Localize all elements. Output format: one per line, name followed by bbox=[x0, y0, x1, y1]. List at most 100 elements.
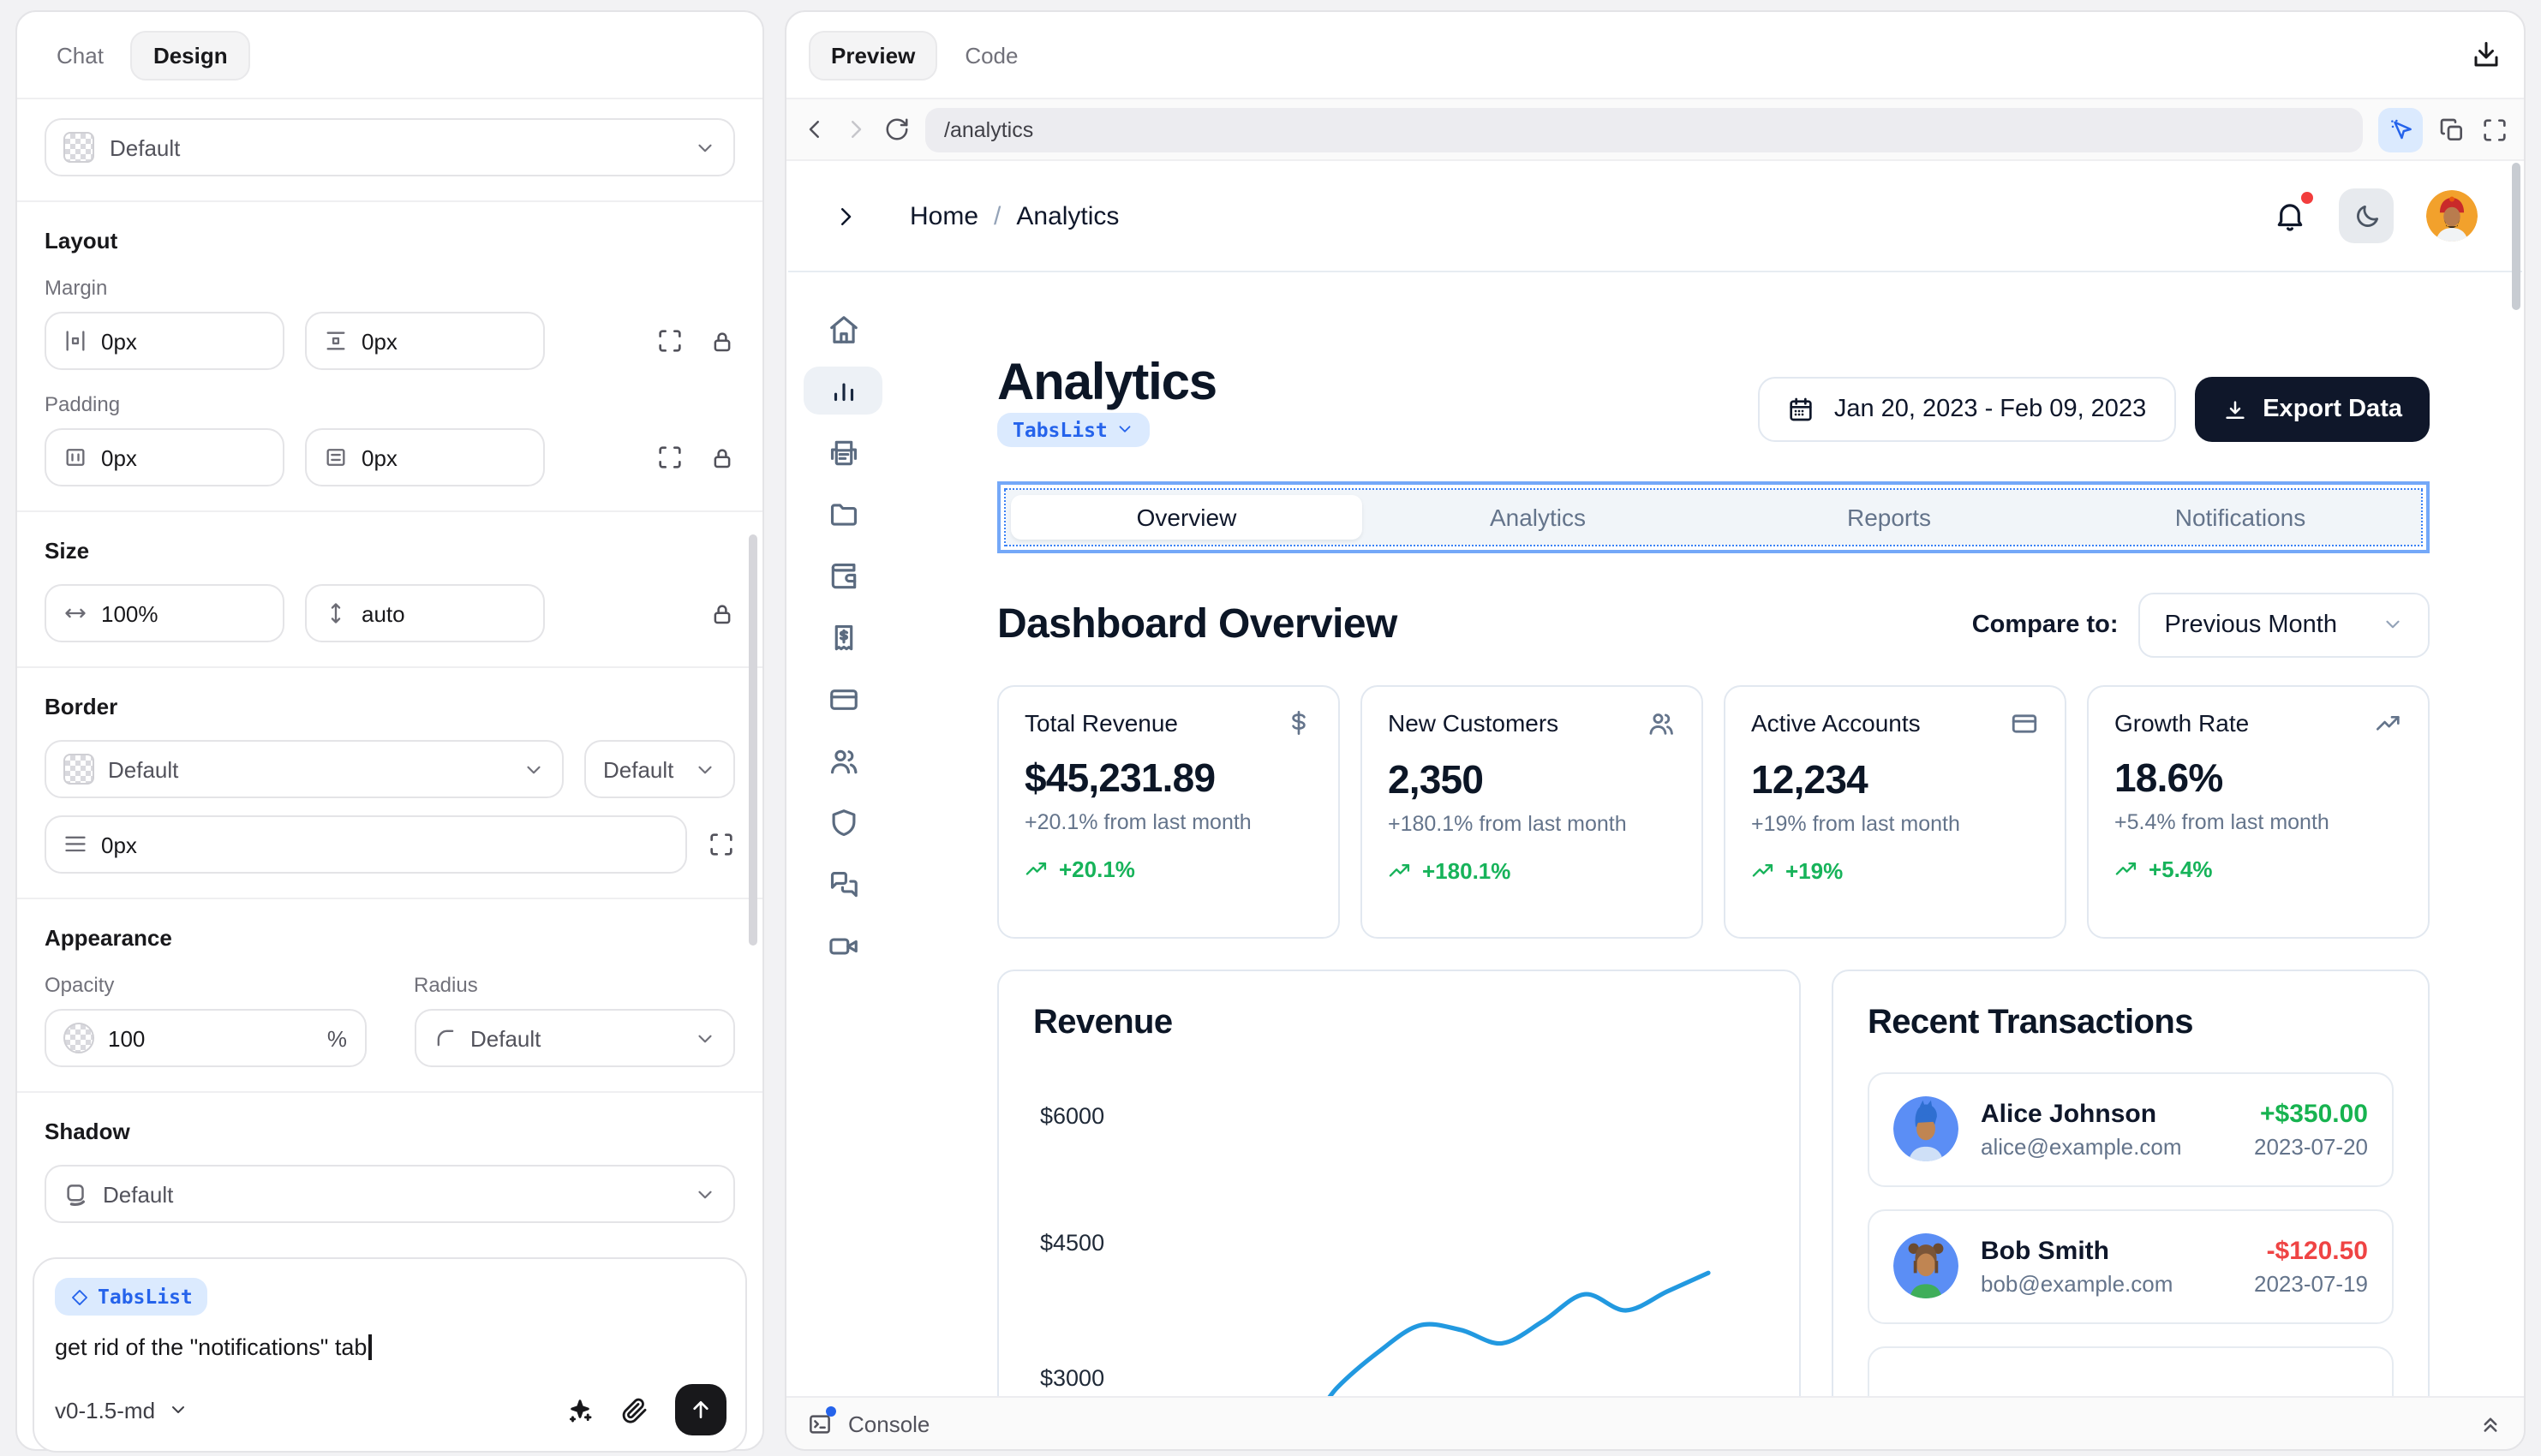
border-color-select[interactable]: Default bbox=[45, 740, 564, 798]
sidebar-item-analytics[interactable] bbox=[804, 367, 882, 415]
console-bar[interactable]: Console bbox=[786, 1396, 2524, 1449]
compare-select[interactable]: Previous Month bbox=[2139, 592, 2430, 657]
scrollbar-thumb[interactable] bbox=[2512, 163, 2520, 310]
padding-y-input[interactable]: 0px bbox=[305, 428, 545, 486]
tabs-list: Overview Analytics Reports Notifications bbox=[1006, 489, 2421, 544]
compare-label: Compare to: bbox=[1972, 611, 2119, 638]
move-horizontal-icon bbox=[63, 601, 87, 625]
chevron-down-icon bbox=[2382, 613, 2404, 636]
date-range-picker[interactable]: Jan 20, 2023 - Feb 09, 2023 bbox=[1759, 378, 2175, 443]
design-mode-button[interactable] bbox=[2378, 107, 2423, 152]
border-style-select[interactable]: Default bbox=[584, 740, 735, 798]
sidebar-item-security[interactable] bbox=[804, 798, 882, 846]
prompt-input[interactable]: get rid of the "notifications" tab bbox=[55, 1334, 725, 1360]
url-input[interactable]: /analytics bbox=[925, 107, 2363, 152]
scrollbar-thumb[interactable] bbox=[749, 534, 757, 946]
divider bbox=[17, 898, 762, 899]
expand-console-button[interactable] bbox=[2478, 1411, 2503, 1436]
notifications-button[interactable] bbox=[2274, 200, 2306, 232]
expand-sides-button[interactable] bbox=[656, 444, 684, 471]
divider bbox=[17, 666, 762, 668]
text-caret bbox=[368, 1334, 371, 1360]
export-data-button[interactable]: Export Data bbox=[2194, 378, 2430, 443]
expand-sides-button[interactable] bbox=[656, 327, 684, 355]
tab-chat[interactable]: Chat bbox=[39, 32, 121, 78]
credit-card-icon bbox=[827, 683, 859, 715]
sidebar-item-invoices[interactable] bbox=[804, 428, 882, 476]
copy-button[interactable] bbox=[2438, 116, 2466, 143]
dashboard-main: Analytics TabsList Jan 20, 2023 - Feb 09… bbox=[898, 271, 2522, 1398]
radius-select[interactable]: Default bbox=[414, 1009, 735, 1067]
margin-y-value: 0px bbox=[362, 328, 398, 354]
users-icon bbox=[1647, 708, 1676, 737]
tab-reports[interactable]: Reports bbox=[1713, 494, 2065, 539]
model-select[interactable]: v0-1.5-md bbox=[55, 1397, 188, 1423]
tab-design[interactable]: Design bbox=[131, 30, 250, 80]
lock-icon[interactable] bbox=[709, 328, 735, 354]
app-sidebar bbox=[788, 271, 898, 1398]
margin-y-input[interactable]: 0px bbox=[305, 312, 545, 370]
tab-analytics[interactable]: Analytics bbox=[1362, 494, 1713, 539]
sidebar-item-customers[interactable] bbox=[804, 737, 882, 785]
sidebar-expand-button[interactable] bbox=[833, 203, 858, 229]
sidebar-item-messages[interactable] bbox=[804, 860, 882, 908]
prompt-composer[interactable]: TabsList get rid of the "notifications" … bbox=[33, 1257, 747, 1453]
forward-button[interactable] bbox=[843, 116, 869, 142]
enhance-prompt-button[interactable] bbox=[565, 1395, 595, 1424]
trending-up-icon bbox=[1025, 856, 1049, 880]
corner-radius-icon bbox=[433, 1026, 457, 1050]
selected-component-chip[interactable]: TabsList bbox=[997, 412, 1151, 446]
stat-value: 12,234 bbox=[1751, 756, 2039, 803]
tab-overview[interactable]: Overview bbox=[1011, 494, 1362, 539]
avatar[interactable] bbox=[2426, 190, 2478, 242]
sidebar-item-receipts[interactable] bbox=[804, 613, 882, 661]
attach-file-button[interactable] bbox=[620, 1395, 649, 1424]
expand-sides-button[interactable] bbox=[708, 831, 735, 858]
margin-x-input[interactable]: 0px bbox=[45, 312, 284, 370]
breadcrumb-current: Analytics bbox=[1016, 201, 1119, 230]
back-button[interactable] bbox=[802, 116, 828, 142]
shadow-section-title: Shadow bbox=[45, 1119, 735, 1144]
chevron-down-icon bbox=[523, 758, 545, 780]
transaction-name: Alice Johnson bbox=[1981, 1099, 2182, 1128]
shadow-select[interactable]: Default bbox=[45, 1165, 735, 1223]
dollar-sign-icon bbox=[1285, 708, 1312, 736]
sidebar-item-files[interactable] bbox=[804, 490, 882, 538]
lock-icon[interactable] bbox=[709, 600, 735, 626]
tab-preview[interactable]: Preview bbox=[809, 30, 937, 80]
border-width-input[interactable]: 0px bbox=[45, 815, 687, 874]
send-button[interactable] bbox=[675, 1384, 726, 1435]
transaction-email: alice@example.com bbox=[1981, 1133, 2182, 1159]
app-header: Home / Analytics bbox=[788, 161, 2522, 272]
border-width-value: 0px bbox=[101, 832, 137, 857]
padding-x-input[interactable]: 0px bbox=[45, 428, 284, 486]
transparency-swatch-icon bbox=[63, 132, 94, 163]
download-button[interactable] bbox=[2471, 39, 2502, 70]
home-icon bbox=[827, 313, 859, 345]
revenue-line-chart bbox=[999, 970, 1799, 1398]
lock-icon[interactable] bbox=[709, 445, 735, 470]
variant-select[interactable]: Default bbox=[45, 118, 735, 176]
context-chip-tabslist[interactable]: TabsList bbox=[55, 1278, 208, 1316]
tab-code[interactable]: Code bbox=[948, 32, 1035, 78]
stat-value: 2,350 bbox=[1388, 756, 1676, 803]
sidebar-item-wallet[interactable] bbox=[804, 552, 882, 600]
shield-icon bbox=[827, 806, 859, 838]
sidebar-item-home[interactable] bbox=[804, 305, 882, 353]
fullscreen-button[interactable] bbox=[2481, 116, 2508, 143]
tab-notifications[interactable]: Notifications bbox=[2065, 494, 2416, 539]
v0-workspace: Chat Design Default Layout Margin 0px 0p… bbox=[0, 0, 2541, 1456]
sidebar-item-video[interactable] bbox=[804, 922, 882, 970]
export-data-label: Export Data bbox=[2263, 397, 2402, 424]
avatar bbox=[1893, 1096, 1958, 1161]
dark-mode-toggle[interactable] bbox=[2339, 188, 2394, 243]
padding-label: Padding bbox=[45, 392, 735, 416]
width-input[interactable]: 100% bbox=[45, 584, 284, 642]
opacity-input[interactable]: 100 % bbox=[45, 1009, 366, 1067]
refresh-button[interactable] bbox=[884, 116, 910, 142]
height-input[interactable]: auto bbox=[305, 584, 545, 642]
breadcrumb-home[interactable]: Home bbox=[910, 201, 978, 230]
padding-vertical-icon bbox=[324, 445, 348, 469]
sidebar-item-cards[interactable] bbox=[804, 675, 882, 723]
shadow-value: Default bbox=[103, 1181, 680, 1207]
